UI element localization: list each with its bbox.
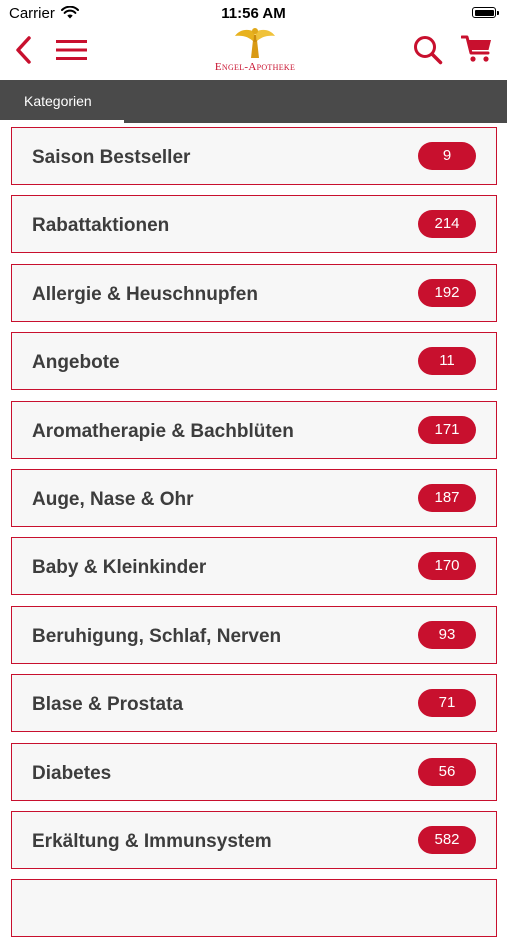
category-count-badge: 9: [418, 142, 476, 170]
category-count-badge: 171: [418, 415, 476, 444]
category-count-badge: 170: [418, 552, 476, 581]
category-count-badge: 582: [418, 825, 476, 854]
category-count-badge: 11: [418, 347, 476, 376]
category-item[interactable]: Erkältung & Immunsystem 582: [11, 810, 497, 869]
clock: 11:56 AM: [221, 5, 286, 22]
cart-icon[interactable]: [461, 34, 493, 64]
category-count-badge: 71: [418, 689, 476, 718]
logo-text: Engel-Apotheke: [214, 61, 296, 73]
category-item[interactable]: Beruhigung, Schlaf, Nerven 93: [11, 605, 497, 664]
category-count-badge: 56: [418, 757, 476, 786]
status-bar: Carrier 11:56 AM: [0, 0, 507, 28]
battery-icon: [472, 7, 499, 18]
category-list: Saison Bestseller 9 Rabattaktionen 214 A…: [11, 127, 497, 948]
app-logo: Engel-Apotheke: [196, 26, 314, 78]
category-label: Rabattaktionen: [32, 215, 170, 237]
angel-logo-icon: [235, 28, 275, 58]
category-label: Baby & Kleinkinder: [32, 557, 207, 579]
category-label: Allergie & Heuschnupfen: [32, 283, 258, 305]
category-item[interactable]: Blase & Prostata 71: [11, 674, 497, 733]
category-item[interactable]: Angebote 11: [11, 332, 497, 391]
category-item[interactable]: Auge, Nase & Ohr 187: [11, 468, 497, 527]
category-label: Auge, Nase & Ohr: [32, 488, 194, 510]
category-item[interactable]: Saison Bestseller 9: [11, 127, 497, 185]
category-count-badge: 93: [418, 620, 476, 649]
category-label: Diabetes: [32, 762, 112, 784]
category-label: Angebote: [32, 352, 120, 374]
category-label: Saison Bestseller: [32, 147, 191, 168]
category-item[interactable]: Baby & Kleinkinder 170: [11, 537, 497, 596]
menu-icon[interactable]: [56, 39, 87, 61]
tab-kategorien[interactable]: Kategorien: [24, 93, 92, 109]
category-item[interactable]: Allergie & Heuschnupfen 192: [11, 263, 497, 322]
category-count-badge: 192: [418, 278, 476, 307]
category-label: Erkältung & Immunsystem: [32, 830, 272, 852]
category-item[interactable]: Diabetes 56: [11, 742, 497, 801]
category-label: Aromatherapie & Bachblüten: [32, 420, 294, 442]
category-count-badge: 214: [418, 210, 476, 239]
category-item[interactable]: Aromatherapie & Bachblüten 171: [11, 400, 497, 459]
category-count-badge: 187: [418, 483, 476, 512]
search-icon[interactable]: [413, 35, 443, 65]
back-icon[interactable]: [13, 35, 33, 65]
category-label: Beruhigung, Schlaf, Nerven: [32, 625, 282, 647]
category-item-partial[interactable]: [11, 879, 497, 938]
active-tab-indicator: [0, 120, 124, 123]
category-item[interactable]: Rabattaktionen 214: [11, 195, 497, 254]
category-label: Blase & Prostata: [32, 694, 184, 716]
tab-bar: Kategorien: [0, 80, 507, 123]
